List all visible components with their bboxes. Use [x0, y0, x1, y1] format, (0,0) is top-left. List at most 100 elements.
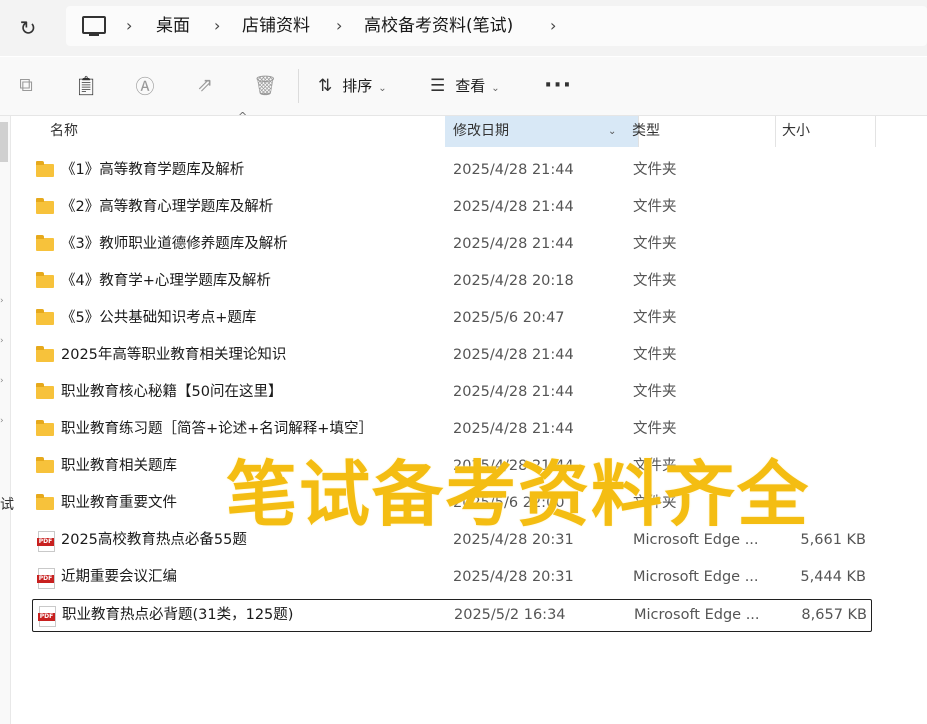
paste-icon[interactable]: 📋︎ — [74, 73, 98, 97]
breadcrumb-desktop[interactable]: 桌面 — [156, 12, 190, 40]
pdf-badge: PDF — [38, 613, 55, 621]
file-row[interactable]: 职业教育核心秘籍【50问在这里】 2025/4/28 21:44 文件夹 — [32, 377, 870, 408]
sort-ascending-icon: ^ — [238, 110, 248, 123]
this-pc-icon[interactable] — [82, 16, 106, 36]
folder-icon — [36, 383, 54, 399]
view-icon: ☰ — [430, 76, 446, 96]
folder-icon — [36, 272, 54, 288]
command-bar: ⧉ 📋︎ Ⓐ ⇗ 🗑︎ ⇅ 排序 ⌄ ☰ 查看 ⌄ ··· — [0, 57, 927, 116]
file-type: 文件夹 — [633, 236, 677, 252]
chevron-right-icon[interactable]: › — [214, 12, 220, 40]
file-name: 职业教育相关题库 — [61, 458, 177, 474]
toolbar-divider — [298, 69, 299, 103]
file-name: 2025高校教育热点必备55题 — [61, 532, 247, 548]
folder-icon — [36, 494, 54, 510]
expand-chevron-icon[interactable]: › — [0, 336, 6, 346]
file-date: 2025/5/6 20:47 — [453, 310, 565, 326]
file-type: Microsoft Edge ... — [634, 607, 760, 623]
file-type: 文件夹 — [633, 162, 677, 178]
folder-icon — [36, 235, 54, 251]
expand-chevron-icon[interactable]: › — [0, 296, 6, 306]
file-name: 《4》教育学+心理学题库及解析 — [61, 273, 271, 289]
file-type: 文件夹 — [633, 273, 677, 289]
navigation-item-label[interactable]: 试 — [0, 494, 14, 514]
chevron-down-icon[interactable]: ⌄ — [608, 116, 616, 147]
pdf-file-icon: PDF — [37, 531, 55, 552]
file-size: 5,661 KB — [800, 532, 866, 548]
sort-label: 排序 — [342, 77, 373, 95]
file-name: 近期重要会议汇编 — [61, 569, 177, 585]
file-date: 2025/5/2 16:34 — [454, 607, 566, 623]
file-name: 《5》公共基础知识考点+题库 — [61, 310, 257, 326]
file-name: 职业教育核心秘籍【50问在这里】 — [61, 384, 283, 400]
share-icon[interactable]: ⇗ — [193, 73, 217, 97]
file-type: 文件夹 — [633, 199, 677, 215]
file-row[interactable]: 《2》高等教育心理学题库及解析 2025/4/28 21:44 文件夹 — [32, 192, 870, 223]
folder-icon — [36, 346, 54, 362]
chevron-down-icon: ⌄ — [378, 83, 387, 94]
file-row[interactable]: 《5》公共基础知识考点+题库 2025/5/6 20:47 文件夹 — [32, 303, 870, 334]
pdf-file-icon: PDF — [38, 606, 56, 627]
file-date: 2025/4/28 21:44 — [453, 162, 574, 178]
expand-chevron-icon[interactable]: › — [0, 416, 6, 426]
file-size: 5,444 KB — [800, 569, 866, 585]
copy-icon[interactable]: ⧉ — [14, 73, 38, 97]
file-date: 2025/4/28 21:44 — [453, 347, 574, 363]
file-date: 2025/4/28 20:31 — [453, 569, 574, 585]
sort-icon: ⇅ — [318, 76, 333, 96]
more-options-button[interactable]: ··· — [544, 73, 572, 98]
column-divider[interactable] — [875, 116, 876, 147]
breadcrumb-current-folder[interactable]: 高校备考资料(笔试) — [364, 12, 513, 40]
file-date: 2025/4/28 20:18 — [453, 273, 574, 289]
folder-icon — [36, 198, 54, 214]
file-size: 8,657 KB — [801, 607, 867, 623]
address-bar: ↻ › 桌面 › 店铺资料 › 高校备考资料(笔试) › — [0, 0, 927, 56]
folder-icon — [36, 457, 54, 473]
file-name: 《1》高等教育学题库及解析 — [61, 162, 245, 178]
folder-icon — [36, 420, 54, 436]
file-date: 2025/4/28 21:44 — [453, 384, 574, 400]
chevron-right-icon[interactable]: › — [336, 12, 342, 40]
column-divider[interactable] — [775, 116, 776, 147]
file-name: 职业教育重要文件 — [61, 495, 177, 511]
file-name: 职业教育热点必背题(31类，125题) — [62, 607, 294, 623]
file-row[interactable]: 《4》教育学+心理学题库及解析 2025/4/28 20:18 文件夹 — [32, 266, 870, 297]
delete-icon[interactable]: 🗑︎ — [253, 73, 277, 97]
chevron-down-icon: ⌄ — [491, 83, 500, 94]
folder-icon — [36, 161, 54, 177]
folder-icon — [36, 309, 54, 325]
file-row[interactable]: 《3》教师职业道德修养题库及解析 2025/4/28 21:44 文件夹 — [32, 229, 870, 260]
column-name[interactable]: 名称 — [50, 116, 78, 147]
pdf-badge: PDF — [37, 575, 54, 583]
file-name: 2025年高等职业教育相关理论知识 — [61, 347, 287, 363]
pdf-badge: PDF — [37, 538, 54, 546]
column-size[interactable]: 大小 — [782, 116, 810, 147]
rename-icon[interactable]: Ⓐ — [133, 73, 157, 98]
chevron-right-icon[interactable]: › — [126, 12, 132, 40]
file-name: 《2》高等教育心理学题库及解析 — [61, 199, 274, 215]
breadcrumb[interactable]: › 桌面 › 店铺资料 › 高校备考资料(笔试) › — [66, 6, 927, 46]
file-date: 2025/4/28 21:44 — [453, 199, 574, 215]
pdf-file-icon: PDF — [37, 568, 55, 589]
breadcrumb-shop-materials[interactable]: 店铺资料 — [242, 12, 310, 40]
file-row[interactable]: PDF 近期重要会议汇编 2025/4/28 20:31 Microsoft E… — [32, 562, 870, 593]
overlay-banner-text: 笔试备考资料齐全 — [226, 453, 811, 536]
file-row[interactable]: 《1》高等教育学题库及解析 2025/4/28 21:44 文件夹 — [32, 155, 870, 186]
file-name: 《3》教师职业道德修养题库及解析 — [61, 236, 288, 252]
file-row[interactable]: 2025年高等职业教育相关理论知识 2025/4/28 21:44 文件夹 — [32, 340, 870, 371]
refresh-icon[interactable]: ↻ — [14, 14, 42, 42]
sort-button[interactable]: ⇅ 排序 ⌄ — [318, 73, 387, 99]
file-type: 文件夹 — [633, 347, 677, 363]
chevron-right-icon[interactable]: › — [550, 12, 556, 40]
expand-chevron-icon[interactable]: › — [0, 376, 6, 386]
column-date-modified[interactable]: 修改日期 — [453, 116, 509, 147]
navigation-pane-scroll-thumb[interactable] — [0, 122, 8, 162]
view-label: 查看 — [455, 77, 486, 95]
column-header: ^ 名称 修改日期 ⌄ 类型 大小 — [12, 110, 927, 147]
file-type: 文件夹 — [633, 310, 677, 326]
file-date: 2025/4/28 21:44 — [453, 236, 574, 252]
column-type[interactable]: 类型 — [632, 116, 660, 147]
file-type: 文件夹 — [633, 384, 677, 400]
view-button[interactable]: ☰ 查看 ⌄ — [430, 73, 500, 99]
file-row-selected[interactable]: PDF 职业教育热点必背题(31类，125题) 2025/5/2 16:34 M… — [32, 599, 872, 632]
